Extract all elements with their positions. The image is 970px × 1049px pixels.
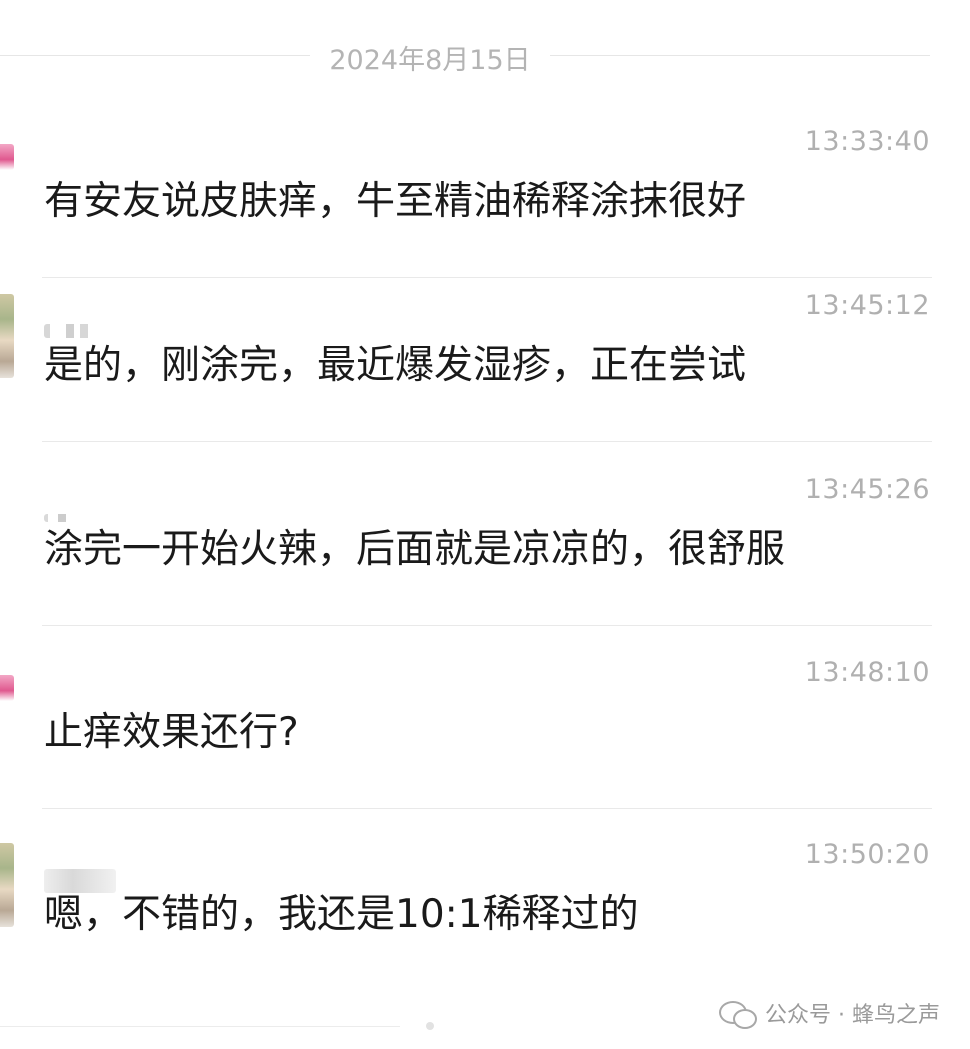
message-time: 13:33:40 xyxy=(804,126,930,157)
message-separator xyxy=(42,625,932,626)
watermark-text: 公众号 · 蜂鸟之声 xyxy=(765,1003,940,1028)
avatar[interactable] xyxy=(0,675,14,701)
footer-divider xyxy=(0,1026,400,1027)
watermark: 公众号 · 蜂鸟之声 xyxy=(719,996,940,1030)
divider-line xyxy=(550,55,930,56)
avatar[interactable] xyxy=(0,843,14,927)
message-text: 有安友说皮肤痒，牛至精油稀释涂抹很好 xyxy=(44,179,747,224)
message-separator xyxy=(42,441,932,442)
message-text: 是的，刚涂完，最近爆发湿疹，正在尝试 xyxy=(44,343,747,388)
date-divider: 2024年8月15日 xyxy=(0,34,930,78)
message-text: 涂完一开始火辣，后面就是凉凉的，很舒服 xyxy=(44,527,786,572)
message-item[interactable]: 13:33:40 有安友说皮肤痒，牛至精油稀释涂抹很好 xyxy=(0,96,970,278)
wechat-icon xyxy=(719,999,758,1029)
avatar[interactable] xyxy=(0,144,14,170)
message-item[interactable]: 13:45:12 是的，刚涂完，最近爆发湿疹，正在尝试 xyxy=(0,260,970,442)
chat-history-page: 2024年8月15日 13:33:40 有安友说皮肤痒，牛至精油稀释涂抹很好 1… xyxy=(0,0,970,1049)
message-time: 13:45:12 xyxy=(804,290,930,321)
message-item[interactable]: 13:45:26 涂完一开始火辣，后面就是凉凉的，很舒服 xyxy=(0,444,970,626)
message-item[interactable]: 13:50:20 嗯，不错的，我还是10:1稀释过的 xyxy=(0,809,970,991)
message-item[interactable]: 13:48:10 止痒效果还行? xyxy=(0,627,970,809)
message-time: 13:48:10 xyxy=(804,657,930,688)
message-time: 13:50:20 xyxy=(804,839,930,870)
divider-line xyxy=(0,55,310,56)
avatar[interactable] xyxy=(0,294,14,378)
message-time: 13:45:26 xyxy=(804,474,930,505)
date-label: 2024年8月15日 xyxy=(329,45,531,76)
message-text: 止痒效果还行? xyxy=(44,710,299,755)
message-text: 嗯，不错的，我还是10:1稀释过的 xyxy=(44,892,639,937)
footer-dot xyxy=(426,1022,434,1030)
